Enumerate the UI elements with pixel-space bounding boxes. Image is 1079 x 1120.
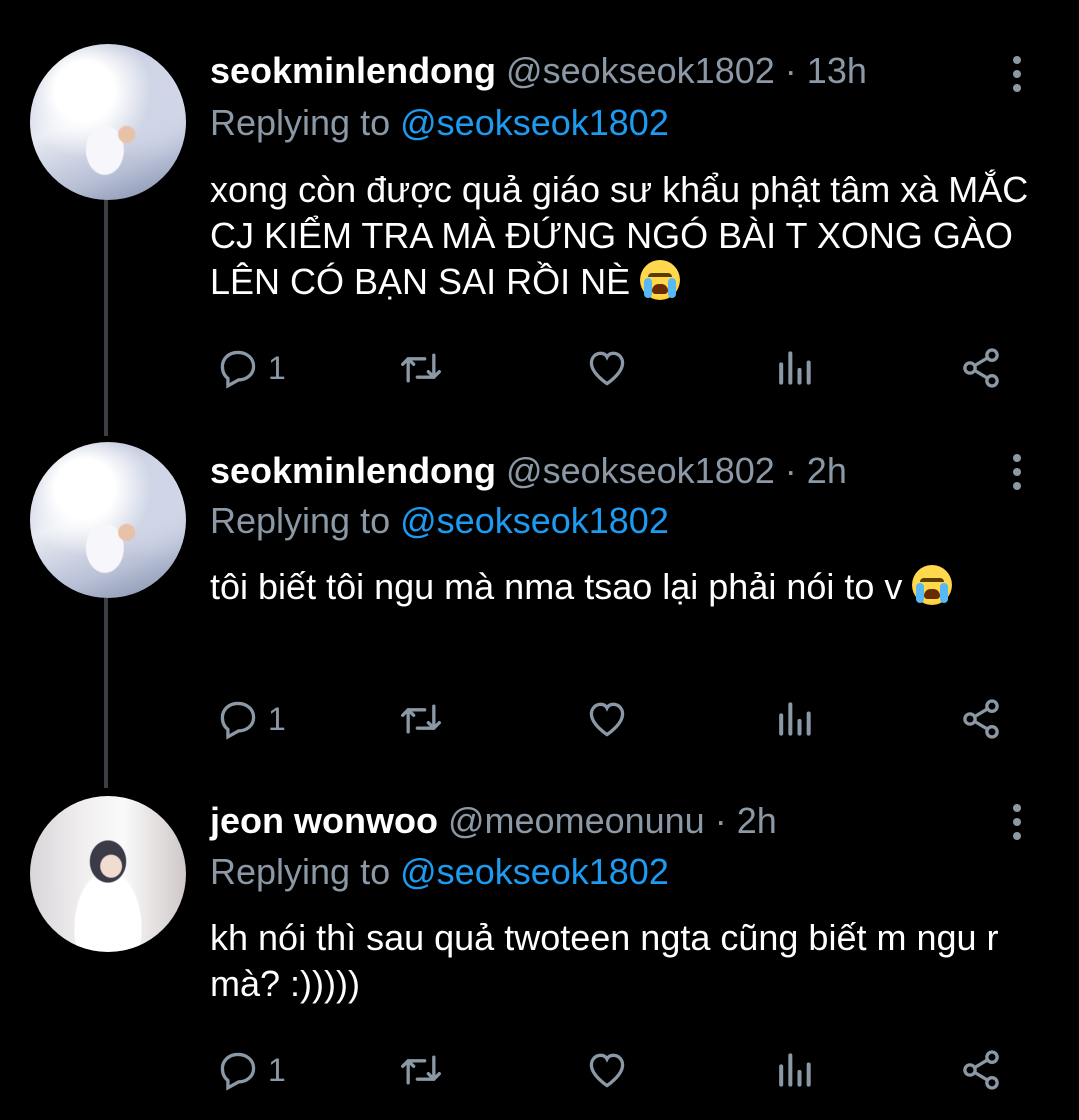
tweet[interactable]: jeon wonwoo @meomeonunu · 2h Replying to… [0,0,1079,1120]
share-button[interactable] [958,1048,1004,1092]
like-button[interactable] [584,1048,630,1092]
mention-link[interactable]: @seokseok1802 [400,851,669,892]
replying-to: Replying to @seokseok1802 [210,851,669,893]
display-name[interactable]: jeon wonwoo [210,800,438,841]
separator-dot: · [714,800,727,841]
avatar[interactable] [30,796,186,952]
timestamp[interactable]: 2h [737,800,777,841]
tweet-text-content: kh nói thì sau quả twoteen ngta cũng biế… [210,917,999,1004]
reply-icon [220,1052,256,1091]
analytics-button[interactable] [774,1048,814,1092]
tweet-actions: 1 [210,1048,1010,1092]
like-icon [589,1053,625,1088]
analytics-icon [779,1053,811,1087]
reply-count: 1 [268,1051,286,1088]
retweet-button[interactable] [396,1048,446,1092]
replying-label: Replying to [210,851,391,892]
more-options-icon[interactable] [1008,804,1026,846]
share-icon [963,1050,999,1090]
user-handle[interactable]: @meomeonunu [448,800,705,841]
tweet-header: jeon wonwoo @meomeonunu · 2h [210,800,777,842]
reply-button[interactable]: 1 [216,1048,286,1092]
tweet-text: kh nói thì sau quả twoteen ngta cũng biế… [210,915,1040,1007]
retweet-icon [401,1055,441,1085]
